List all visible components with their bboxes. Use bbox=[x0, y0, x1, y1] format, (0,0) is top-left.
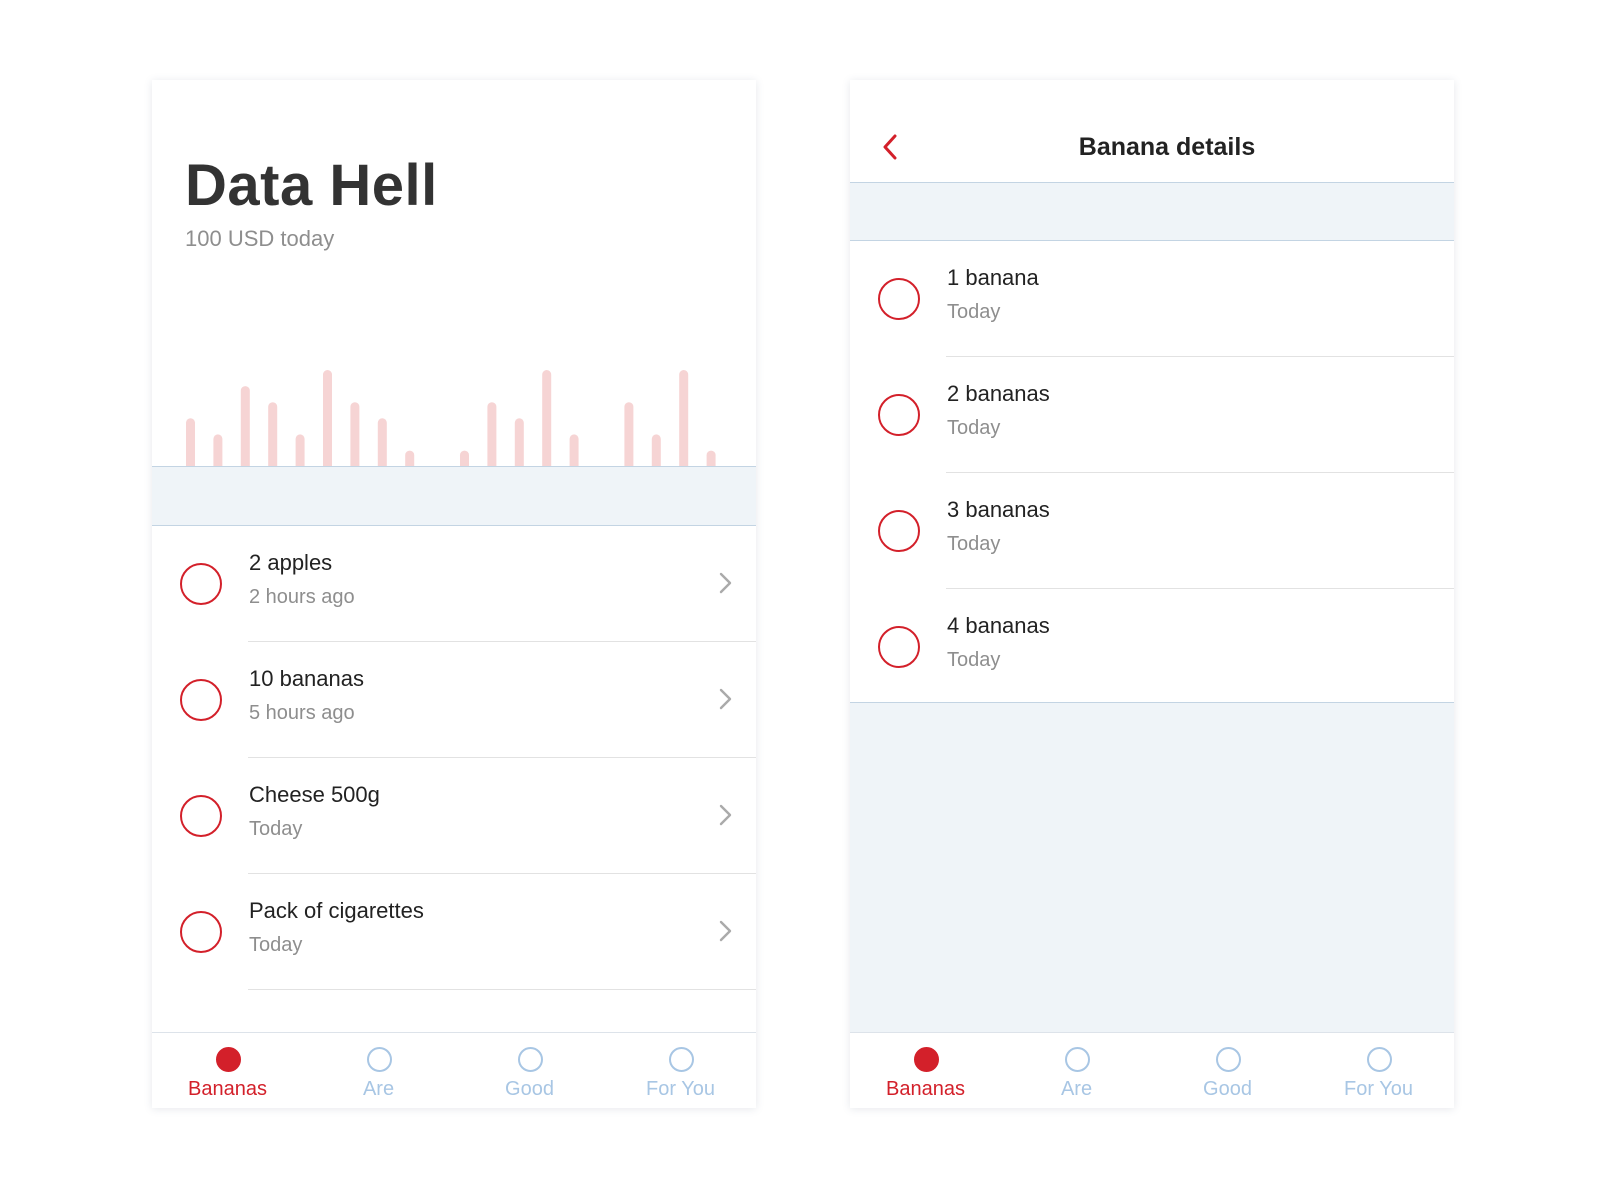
item-title: Cheese 500g bbox=[249, 782, 380, 807]
tab-dot-icon bbox=[913, 1047, 939, 1072]
home-screen: Data Hell 100 USD today 2 apples 2 hours… bbox=[152, 80, 756, 1108]
tab-label: Bananas bbox=[886, 1078, 965, 1100]
tab-bananas[interactable]: Bananas bbox=[152, 1033, 303, 1108]
chevron-right-icon bbox=[719, 804, 732, 826]
chevron-right-icon bbox=[719, 920, 732, 942]
daily-total: 100 USD today bbox=[185, 226, 335, 251]
item-time: 2 hours ago bbox=[249, 586, 355, 608]
entries-list: 2 apples 2 hours ago 10 bananas 5 hours … bbox=[152, 526, 756, 990]
nav-header: Banana details bbox=[850, 80, 1454, 182]
list-item[interactable]: 1 banana Today bbox=[850, 241, 1454, 357]
list-item[interactable]: 10 bananas 5 hours ago bbox=[152, 642, 756, 758]
list-item[interactable]: 4 bananas Today bbox=[850, 589, 1454, 705]
section-separator bbox=[850, 182, 1454, 241]
tab-bar: Bananas Are Good For You bbox=[152, 1032, 756, 1108]
tab-circle-icon bbox=[668, 1047, 694, 1072]
item-circle-icon[interactable] bbox=[878, 510, 920, 552]
list-item[interactable]: 2 apples 2 hours ago bbox=[152, 526, 756, 642]
page-title: Banana details bbox=[1078, 133, 1256, 161]
item-time: 5 hours ago bbox=[249, 702, 355, 724]
tab-label: For You bbox=[1344, 1078, 1413, 1100]
tab-are[interactable]: Are bbox=[1001, 1033, 1152, 1108]
section-separator bbox=[152, 466, 756, 526]
item-circle-icon[interactable] bbox=[878, 394, 920, 436]
item-circle-icon[interactable] bbox=[878, 278, 920, 320]
tab-label: Bananas bbox=[188, 1078, 267, 1100]
tab-dot-icon bbox=[215, 1047, 241, 1072]
chevron-right-icon bbox=[719, 572, 732, 594]
tab-label: For You bbox=[646, 1078, 715, 1100]
item-title: 10 bananas bbox=[249, 666, 364, 691]
list-item[interactable]: 2 bananas Today bbox=[850, 357, 1454, 473]
item-circle-icon[interactable] bbox=[180, 795, 222, 837]
tab-circle-icon bbox=[1215, 1047, 1241, 1072]
tab-for-you[interactable]: For You bbox=[605, 1033, 756, 1108]
tab-bananas[interactable]: Bananas bbox=[850, 1033, 1001, 1108]
list-item[interactable]: Pack of cigarettes Today bbox=[152, 874, 756, 990]
tab-are[interactable]: Are bbox=[303, 1033, 454, 1108]
item-title: 4 bananas bbox=[947, 613, 1050, 638]
item-time: Today bbox=[947, 533, 1001, 555]
item-circle-icon[interactable] bbox=[878, 626, 920, 668]
tab-for-you[interactable]: For You bbox=[1303, 1033, 1454, 1108]
list-item[interactable]: 3 bananas Today bbox=[850, 473, 1454, 589]
item-title: 2 apples bbox=[249, 550, 333, 575]
tab-good[interactable]: Good bbox=[1152, 1033, 1303, 1108]
item-time: Today bbox=[947, 417, 1001, 439]
tab-circle-icon bbox=[517, 1047, 543, 1072]
tab-label: Good bbox=[1203, 1078, 1252, 1100]
item-time: Today bbox=[947, 649, 1001, 671]
item-circle-icon[interactable] bbox=[180, 911, 222, 953]
tab-good[interactable]: Good bbox=[454, 1033, 605, 1108]
tab-label: Are bbox=[362, 1078, 395, 1100]
list-item[interactable]: Cheese 500g Today bbox=[152, 758, 756, 874]
item-title: 3 bananas bbox=[947, 497, 1050, 522]
item-time: Today bbox=[947, 301, 1001, 323]
empty-area bbox=[850, 702, 1454, 1032]
page-title: Data Hell bbox=[185, 153, 438, 218]
tab-label: Are bbox=[1060, 1078, 1093, 1100]
item-title: 2 bananas bbox=[947, 381, 1050, 406]
details-list: 1 banana Today 2 bananas Today 3 bananas… bbox=[850, 241, 1454, 705]
details-screen: Banana details 1 banana Today 2 bananas … bbox=[850, 80, 1454, 1108]
tab-circle-icon bbox=[1366, 1047, 1392, 1072]
item-time: Today bbox=[249, 818, 303, 840]
divider bbox=[248, 989, 756, 990]
tab-circle-icon bbox=[1064, 1047, 1090, 1072]
chevron-right-icon bbox=[719, 688, 732, 710]
item-circle-icon[interactable] bbox=[180, 563, 222, 605]
tab-bar: Bananas Are Good For You bbox=[850, 1032, 1454, 1108]
tab-label: Good bbox=[505, 1078, 554, 1100]
item-title: Pack of cigarettes bbox=[249, 898, 424, 923]
item-title: 1 banana bbox=[947, 265, 1039, 290]
item-time: Today bbox=[249, 934, 303, 956]
tab-circle-icon bbox=[366, 1047, 392, 1072]
item-circle-icon[interactable] bbox=[180, 679, 222, 721]
